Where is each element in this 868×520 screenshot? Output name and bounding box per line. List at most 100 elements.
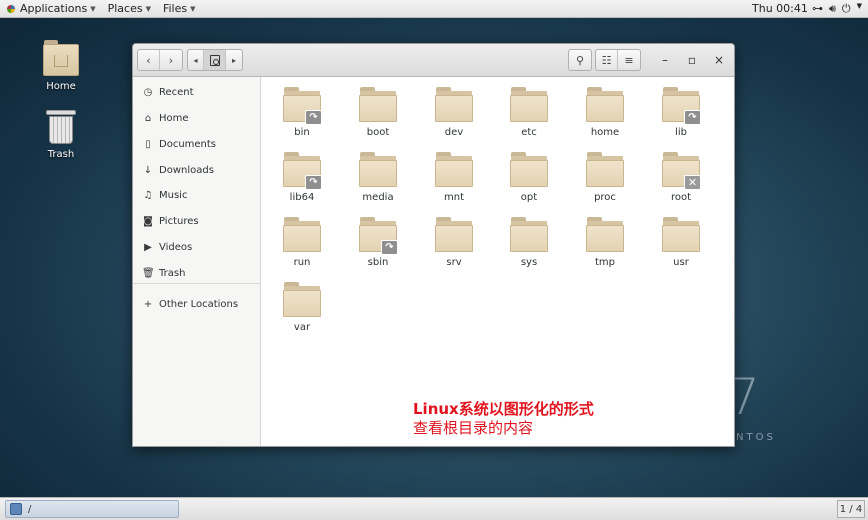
music-icon: ♫	[143, 189, 153, 201]
folder-item[interactable]: proc	[575, 150, 635, 210]
symlink-emblem-icon: ↷	[305, 175, 322, 190]
power-icon[interactable]: ⏻	[842, 2, 851, 16]
folder-item[interactable]: ↷ lib	[651, 85, 711, 145]
folder-label: opt	[520, 192, 538, 203]
back-button[interactable]: ‹	[138, 50, 160, 70]
minimize-button[interactable]: –	[658, 53, 672, 67]
symlink-emblem-icon: ↷	[684, 110, 701, 125]
applications-icon	[6, 4, 16, 14]
sidebar-item-music[interactable]: ♫ Music	[142, 185, 188, 205]
applications-label: Applications	[20, 2, 88, 15]
folder-icon	[283, 215, 321, 253]
sidebar-item-home[interactable]: ⌂ Home	[142, 108, 189, 128]
drive-icon	[209, 54, 220, 66]
taskbar-window-button[interactable]: /	[5, 500, 179, 518]
clock[interactable]: Thu 00:41	[752, 2, 808, 15]
search-button[interactable]: ⚲	[569, 50, 591, 70]
folder-item[interactable]: boot	[348, 85, 408, 145]
sidebar-item-recent[interactable]: ◷ Recent	[142, 82, 194, 102]
path-scroll-left-button[interactable]: ◂	[188, 50, 204, 70]
maximize-button[interactable]: ▫	[685, 53, 699, 67]
path-scroll-right-button[interactable]: ▸	[226, 50, 242, 70]
video-icon: ▶	[144, 241, 152, 253]
folder-item[interactable]: sys	[499, 215, 559, 275]
search-icon: ⚲	[575, 53, 585, 67]
places-menu[interactable]: Places ▼	[102, 0, 157, 18]
desktop-home[interactable]: Home	[31, 40, 91, 92]
sidebar-item-documents[interactable]: ▯ Documents	[142, 134, 216, 154]
sidebar-item-videos[interactable]: ▶ Videos	[142, 237, 192, 257]
folder-item[interactable]: run	[272, 215, 332, 275]
folder-item[interactable]: ↷ sbin	[348, 215, 408, 275]
workspace-pager[interactable]: 1 / 4	[837, 500, 865, 518]
sidebar-item-label: Pictures	[159, 215, 199, 227]
sidebar-item-label: Videos	[159, 241, 193, 253]
volume-icon[interactable]: 🔊︎	[829, 2, 836, 16]
folder-item[interactable]: ↷ bin	[272, 85, 332, 145]
folder-item[interactable]: tmp	[575, 215, 635, 275]
folder-label: boot	[366, 127, 390, 138]
list-view-button[interactable]: ☷	[596, 50, 618, 70]
sidebar-item-downloads[interactable]: ↓ Downloads	[142, 160, 214, 180]
arrow-right-icon: ▸	[231, 55, 236, 65]
folder-item[interactable]: opt	[499, 150, 559, 210]
menu-button[interactable]: ≡	[618, 50, 640, 70]
folder-label: usr	[673, 257, 689, 268]
folder-item[interactable]: dev	[424, 85, 484, 145]
folder-label: bin	[294, 127, 310, 138]
sidebar-item-label: Recent	[159, 86, 194, 98]
folder-item[interactable]: srv	[424, 215, 484, 275]
folder-icon	[510, 150, 548, 188]
sidebar-item-label: Other Locations	[159, 298, 239, 310]
files-menu[interactable]: Files ▼	[157, 0, 202, 18]
folder-label: sys	[520, 257, 538, 268]
applications-menu[interactable]: Applications ▼	[0, 0, 102, 18]
view-group: ☷ ≡	[595, 49, 641, 71]
folder-item[interactable]: ✕ root	[651, 150, 711, 210]
folder-label: proc	[594, 192, 616, 203]
folder-label: etc	[521, 127, 537, 138]
camera-icon: ◙	[143, 215, 153, 227]
folder-item[interactable]: usr	[651, 215, 711, 275]
clock-icon: ◷	[143, 86, 153, 98]
folder-icon	[359, 85, 397, 123]
folder-icon	[435, 85, 473, 123]
list-view-icon: ☷	[601, 53, 612, 67]
history-nav: ‹ ›	[137, 49, 183, 71]
folder-label: media	[362, 192, 394, 203]
minimize-icon: –	[662, 53, 668, 67]
home-icon: ⌂	[144, 112, 152, 124]
folder-icon: ↷	[662, 85, 701, 125]
close-button[interactable]: ×	[712, 53, 726, 67]
folder-item[interactable]: etc	[499, 85, 559, 145]
annotation-line-2: 查看根目录的内容	[413, 419, 534, 437]
folder-label: lib	[675, 127, 687, 138]
taskbar-window-label: /	[28, 503, 32, 515]
network-icon[interactable]: ⊶	[812, 2, 823, 16]
folder-item[interactable]: ↷ lib64	[272, 150, 332, 210]
forward-button[interactable]: ›	[160, 50, 182, 70]
folder-icon	[435, 215, 473, 253]
folder-icon	[359, 150, 397, 188]
folder-item[interactable]: var	[272, 280, 332, 340]
dropdown-arrow-icon: ▼	[856, 2, 862, 10]
sidebar-item-other-locations[interactable]: + Other Locations	[142, 294, 238, 314]
dropdown-arrow-icon: ▼	[190, 4, 196, 13]
chevron-right-icon: ›	[168, 53, 174, 67]
root-path-button[interactable]	[204, 50, 226, 70]
folder-icon	[435, 150, 473, 188]
sidebar: ◷ Recent ⌂ Home ▯ Documents ↓ Downloads ♫ Mus…	[133, 77, 261, 446]
folder-icon: ✕	[662, 150, 701, 190]
folder-item[interactable]: media	[348, 150, 408, 210]
folder-item[interactable]: home	[575, 85, 635, 145]
system-tray[interactable]: ⊶ 🔊︎ ⏻ ▼	[812, 2, 862, 16]
arrow-left-icon: ◂	[193, 55, 198, 65]
desktop-trash[interactable]: Trash	[31, 110, 91, 160]
folder-label: var	[293, 322, 311, 333]
files-label: Files	[162, 2, 188, 15]
sidebar-item-pictures[interactable]: ◙ Pictures	[142, 211, 199, 231]
folder-item[interactable]: mnt	[424, 150, 484, 210]
sidebar-item-trash[interactable]: 🗑︎ Trash	[142, 263, 185, 283]
folder-icon	[510, 215, 548, 253]
folder-label: tmp	[594, 257, 615, 268]
